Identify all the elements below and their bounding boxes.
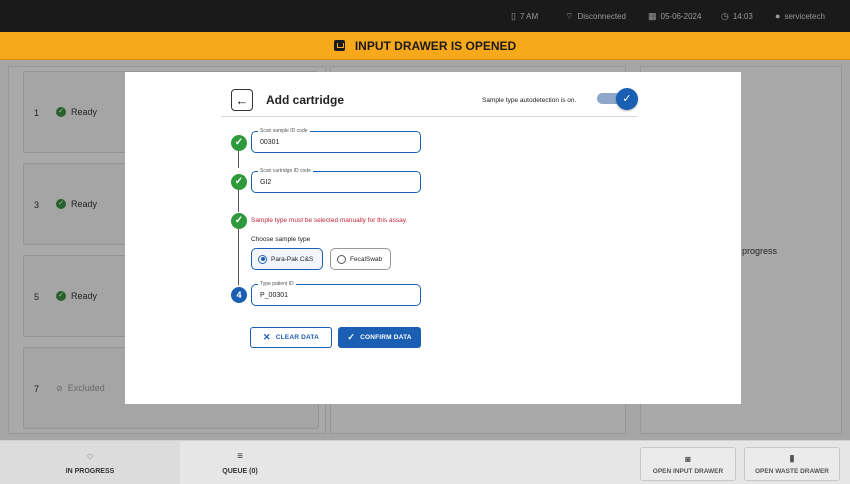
wifi-off-icon: ⌔ [565, 11, 574, 21]
banner-text: INPUT DRAWER IS OPENED [354, 38, 517, 53]
clock-icon: ◷ [721, 11, 729, 21]
radio-selected-icon [258, 254, 267, 264]
sample-type-warning: Sample type must be selected manually fo… [251, 217, 408, 224]
open-input-drawer-button[interactable]: ◙ OPEN INPUT DRAWER [640, 447, 736, 481]
user-text: servicetech [784, 12, 825, 21]
field-value: P_00301 [260, 292, 289, 299]
confirm-data-button[interactable]: ✓ CONFIRM DATA [338, 327, 421, 348]
button-label: CLEAR DATA [275, 334, 320, 341]
date-status: ▦ 05-06-2024 [648, 11, 702, 22]
dialog-title: Add cartridge [266, 93, 345, 107]
divider [221, 116, 637, 117]
battery-icon: ▯ [511, 11, 516, 21]
sample-type-option-fecalswab[interactable]: FecalSwab [330, 248, 391, 270]
bottom-bar: ◌ IN PROGRESS ≡ QUEUE (0) ◙ OPEN INPUT D… [0, 440, 850, 484]
tab-label: IN PROGRESS [65, 468, 115, 475]
step-complete-icon: ✓ [231, 213, 247, 229]
time-status: ◷ 14:03 [721, 11, 753, 22]
battery-text: 7 AM [519, 12, 539, 21]
drawer-open-banner: INPUT DRAWER IS OPENED [0, 32, 850, 60]
button-label: CONFIRM DATA [360, 334, 412, 341]
step-number-badge: 4 [231, 287, 247, 303]
status-bar: ▯ 7 AM ⌔ Disconnected ▦ 05-06-2024 ◷ 14:… [0, 0, 850, 32]
field-label: Type patient ID [258, 280, 296, 288]
autodetect-label: Sample type autodetection is on. [482, 97, 577, 104]
drawer-icon [333, 40, 345, 51]
time-text: 14:03 [732, 12, 753, 21]
calendar-icon: ▦ [648, 11, 657, 21]
cartridge-id-field[interactable]: Scan cartridge ID code GI2 [251, 167, 421, 193]
progress-icon: ◌ [87, 451, 93, 462]
list-icon: ≡ [237, 451, 243, 462]
field-value: GI2 [260, 179, 272, 186]
step-complete-icon: ✓ [231, 135, 247, 151]
choose-sample-type-label: Choose sample type [251, 236, 311, 243]
tab-label: QUEUE (0) [222, 468, 258, 475]
network-text: Disconnected [577, 12, 626, 21]
button-label: OPEN INPUT DRAWER [652, 467, 724, 475]
tab-queue[interactable]: ≡ QUEUE (0) [150, 441, 330, 484]
step-complete-icon: ✓ [231, 174, 247, 190]
step-connector [238, 229, 239, 285]
radio-unselected-icon [337, 254, 346, 264]
check-icon: ✓ [622, 93, 632, 105]
option-label: FecalSwab [350, 255, 383, 263]
arrow-left-icon: ← [235, 92, 249, 108]
battery-status: ▯ 7 AM [511, 11, 539, 22]
open-waste-drawer-button[interactable]: ▮ OPEN WASTE DRAWER [744, 447, 840, 481]
button-label: OPEN WASTE DRAWER [754, 468, 830, 475]
clear-data-button[interactable]: ✕ CLEAR DATA [250, 327, 332, 348]
check-icon: ✓ [347, 332, 356, 342]
field-value: 00301 [260, 139, 280, 146]
field-label: Scan sample ID code [258, 127, 310, 135]
autodetect-toggle[interactable]: ✓ [616, 88, 638, 110]
step-connector [238, 150, 239, 168]
trash-icon: ▮ [789, 453, 795, 463]
user-status[interactable]: ● servicetech [775, 11, 825, 22]
patient-id-field[interactable]: Type patient ID P_00301 [251, 280, 421, 306]
drawer-icon: ◙ [685, 453, 691, 464]
option-label: Para-Pak C&S [271, 255, 314, 263]
back-button[interactable]: ← [231, 89, 253, 111]
field-label: Scan cartridge ID code [258, 167, 313, 175]
date-text: 05-06-2024 [660, 12, 702, 21]
sample-id-field[interactable]: Scan sample ID code 00301 [251, 127, 421, 153]
sample-type-option-para-pak[interactable]: Para-Pak C&S [251, 248, 323, 270]
add-cartridge-dialog: ← Add cartridge Sample type autodetectio… [125, 72, 741, 404]
close-icon: ✕ [262, 332, 271, 342]
network-status: ⌔ Disconnected [565, 11, 626, 22]
step-connector [238, 190, 239, 212]
user-icon: ● [775, 11, 781, 21]
